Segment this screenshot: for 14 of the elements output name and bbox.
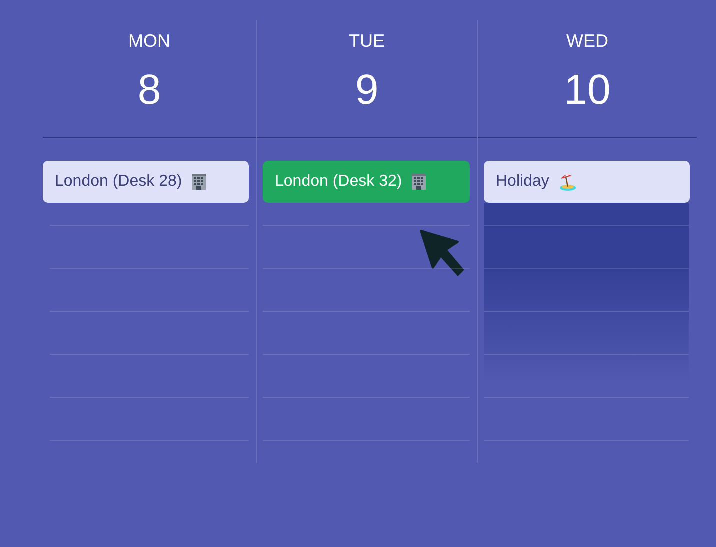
calendar-event[interactable]: London (Desk 28) [43,161,249,203]
date-number: 8 [138,66,162,114]
building-icon [410,173,428,191]
event-label: London (Desk 32) [275,173,402,191]
calendar-event[interactable]: Holiday [484,161,690,203]
event-label: Holiday [496,173,550,191]
date-number: 9 [355,66,379,114]
weekday-label: TUE [349,31,385,52]
beach-umbrella-icon [557,172,578,192]
building-icon [190,173,208,191]
weekday-label: WED [566,31,608,52]
date-number: 10 [564,66,611,114]
weekday-label: MON [128,31,170,52]
event-label: London (Desk 28) [55,173,182,191]
